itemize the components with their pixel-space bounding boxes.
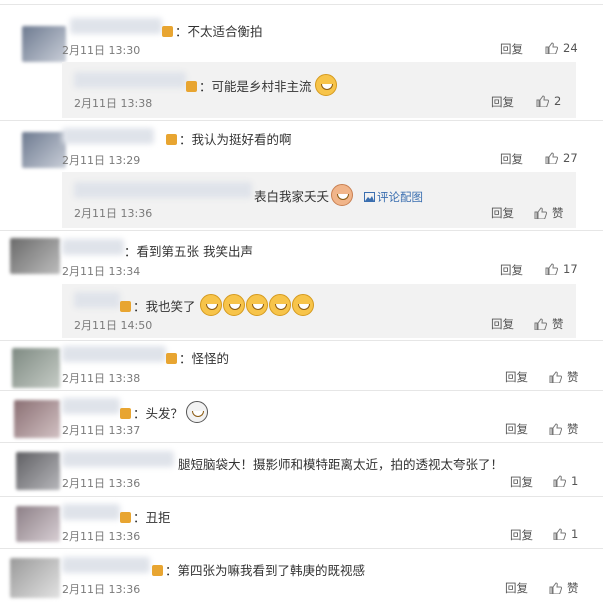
timestamp: 2月11日 13:37 (62, 424, 141, 437)
thumbs-up-icon (545, 42, 558, 54)
like-button[interactable]: 17 (545, 262, 578, 276)
username[interactable] (74, 292, 120, 308)
username[interactable] (74, 182, 252, 198)
member-badge-icon (120, 512, 131, 523)
thumbs-up-icon (534, 318, 547, 330)
like-button[interactable]: 27 (545, 151, 578, 165)
username[interactable] (62, 504, 120, 520)
thumbs-up-icon (553, 475, 566, 487)
like-button[interactable]: 1 (553, 527, 578, 541)
comment-text: ：不太适合衡拍 (162, 21, 263, 40)
username[interactable] (62, 128, 154, 144)
laugh-emoji-icon (222, 294, 245, 316)
thumbs-up-icon (549, 371, 562, 383)
like-button[interactable]: 赞 (549, 369, 579, 385)
thumbs-up-icon (536, 95, 549, 107)
thumbs-up-icon (549, 582, 562, 594)
avatar[interactable] (12, 348, 60, 388)
member-badge-icon (166, 353, 177, 364)
timestamp: 2月11日 14:50 (74, 319, 153, 332)
comment-picture-link[interactable]: 评论配图 (364, 190, 423, 204)
timestamp: 2月11日 13:30 (62, 44, 141, 57)
laugh-emoji-icon (314, 74, 337, 96)
reply-button[interactable]: 回复 (491, 316, 514, 332)
reply-button[interactable]: 回复 (510, 474, 533, 490)
username[interactable] (62, 346, 166, 362)
avatar[interactable] (16, 452, 60, 490)
reply-button[interactable]: 回复 (500, 262, 523, 278)
comment-text: ：怪怪的 (166, 348, 229, 367)
like-button[interactable]: 赞 (534, 205, 564, 221)
timestamp: 2月11日 13:36 (62, 477, 141, 490)
comment-text: ：我认为挺好看的啊 (166, 129, 292, 148)
laugh-emoji-icon (268, 294, 291, 316)
reply-button[interactable]: 回复 (505, 580, 528, 596)
like-button[interactable]: 1 (553, 474, 578, 488)
member-badge-icon (152, 565, 163, 576)
member-badge-icon (166, 134, 177, 145)
reply-button[interactable]: 回复 (491, 205, 514, 221)
timestamp: 2月11日 13:38 (62, 372, 141, 385)
comment-text: ：丑拒 (120, 507, 171, 526)
comment-text: ：看到第五张 我笑出声 (124, 244, 253, 259)
reply-button[interactable]: 回复 (505, 369, 528, 385)
username[interactable] (62, 451, 174, 467)
username[interactable] (62, 239, 124, 255)
like-button[interactable]: 赞 (549, 580, 579, 596)
avatar[interactable] (22, 132, 66, 168)
username[interactable] (62, 398, 120, 414)
laugh-emoji-icon (245, 294, 268, 316)
reply-button[interactable]: 回复 (505, 421, 528, 437)
laugh-emoji-icon (186, 401, 209, 423)
reply-button[interactable]: 回复 (500, 41, 523, 57)
comment-text: 表白我家夭夭 评论配图 (254, 184, 423, 206)
avatar[interactable] (14, 400, 60, 438)
picture-icon (364, 192, 375, 202)
laugh-emoji-icon (199, 294, 222, 316)
comment-text: ：头发？ (120, 401, 209, 423)
timestamp: 2月11日 13:29 (62, 154, 141, 167)
laugh-emoji-icon (331, 184, 354, 206)
thumbs-up-icon (545, 263, 558, 275)
member-badge-icon (186, 81, 197, 92)
username[interactable] (62, 557, 150, 573)
member-badge-icon (120, 301, 131, 312)
username[interactable] (74, 72, 186, 88)
member-badge-icon (162, 26, 173, 37)
like-button[interactable]: 赞 (549, 421, 579, 437)
avatar[interactable] (10, 558, 60, 598)
reply-button[interactable]: 回复 (491, 94, 514, 110)
avatar[interactable] (16, 506, 60, 542)
reply-button[interactable]: 回复 (500, 151, 523, 167)
member-badge-icon (120, 408, 131, 419)
timestamp: 2月11日 13:36 (62, 530, 141, 543)
like-button[interactable]: 赞 (534, 316, 564, 332)
thumbs-up-icon (549, 423, 562, 435)
comment-text: 腿短脑袋大！摄影师和模特距离太近，拍的透视太夸张了！ (178, 457, 504, 472)
like-button[interactable]: 24 (545, 41, 578, 55)
timestamp: 2月11日 13:34 (62, 265, 141, 278)
thumbs-up-icon (534, 207, 547, 219)
reply-button[interactable]: 回复 (510, 527, 533, 543)
comment-text: ：可能是乡村非主流 (186, 74, 338, 96)
timestamp: 2月11日 13:36 (74, 207, 153, 220)
laugh-emoji-icon (291, 294, 314, 316)
username[interactable] (70, 18, 162, 34)
timestamp: 2月11日 13:38 (74, 97, 153, 110)
timestamp: 2月11日 13:36 (62, 583, 141, 596)
like-button[interactable]: 2 (536, 94, 561, 108)
avatar[interactable] (22, 26, 66, 62)
thumbs-up-icon (553, 528, 566, 540)
comment-text: ：第四张为嘛我看到了韩庚的既视感 (152, 560, 365, 579)
thumbs-up-icon (545, 152, 558, 164)
comment-text: ：我也笑了 (120, 294, 315, 316)
avatar[interactable] (10, 238, 60, 274)
